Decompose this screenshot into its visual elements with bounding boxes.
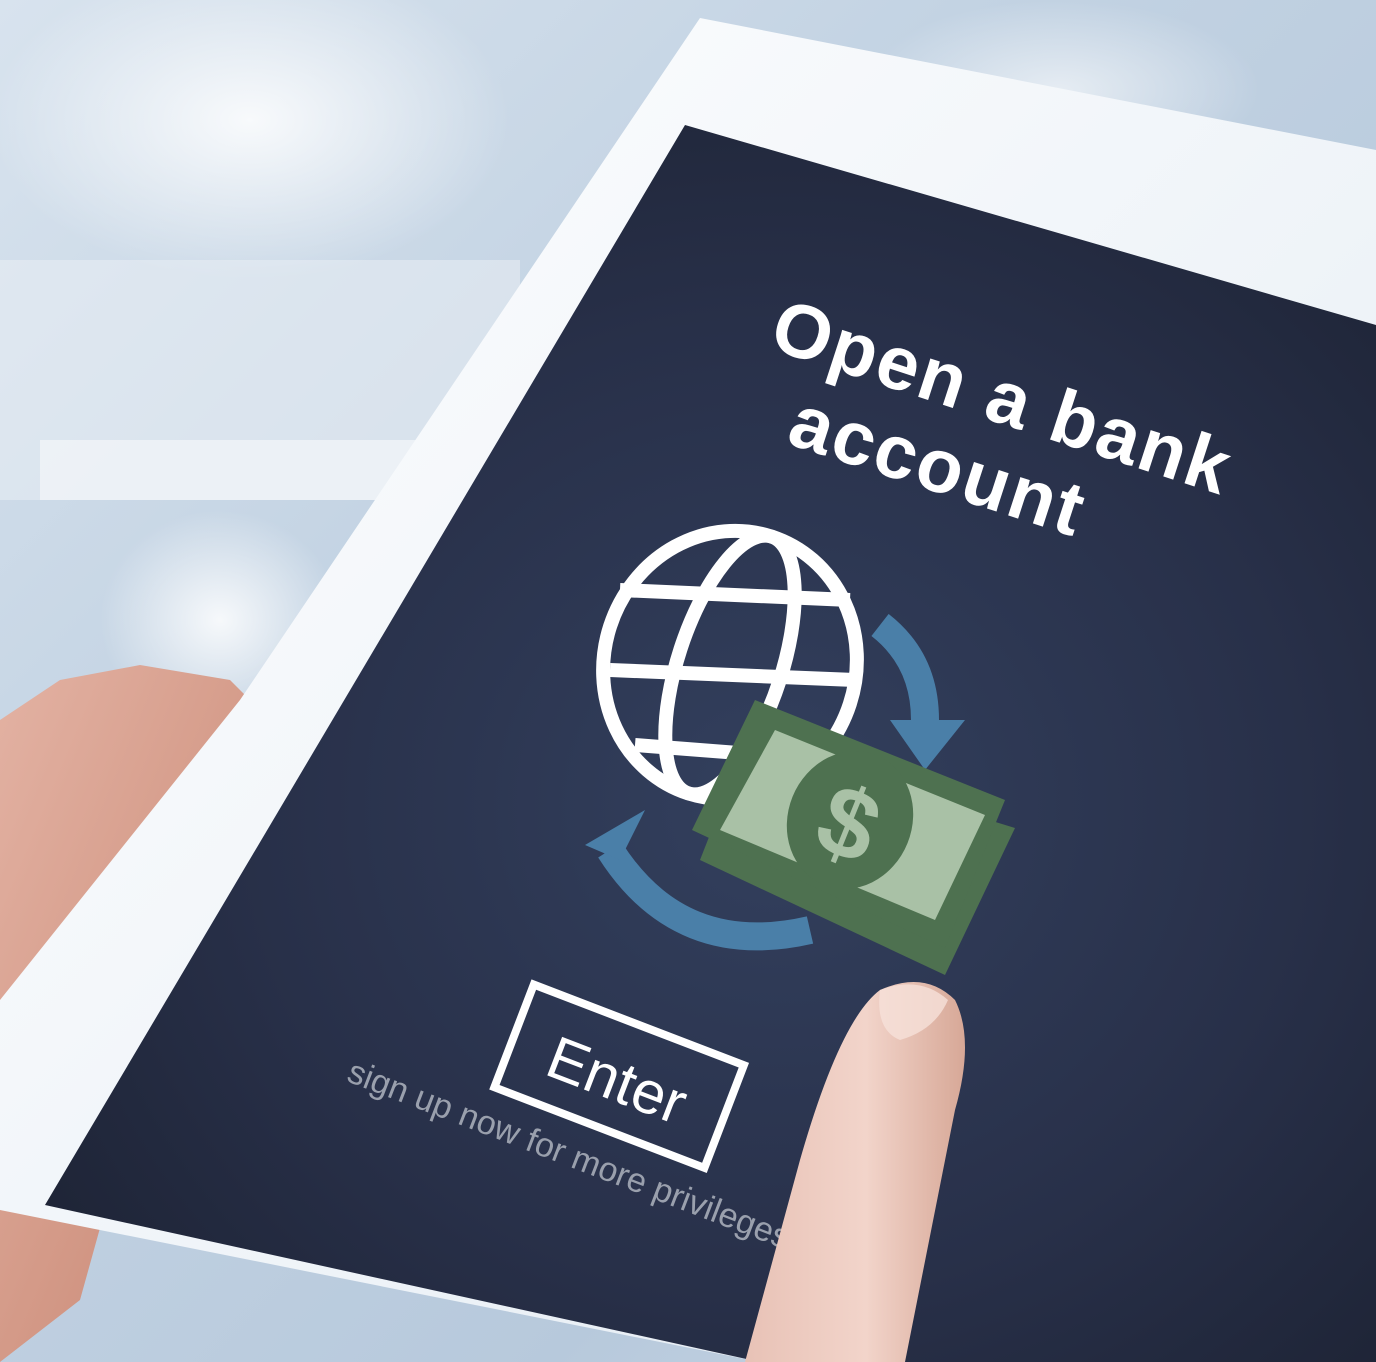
tablet-photo: Open a bank account $ Enter sign up now … (0, 0, 1376, 1362)
